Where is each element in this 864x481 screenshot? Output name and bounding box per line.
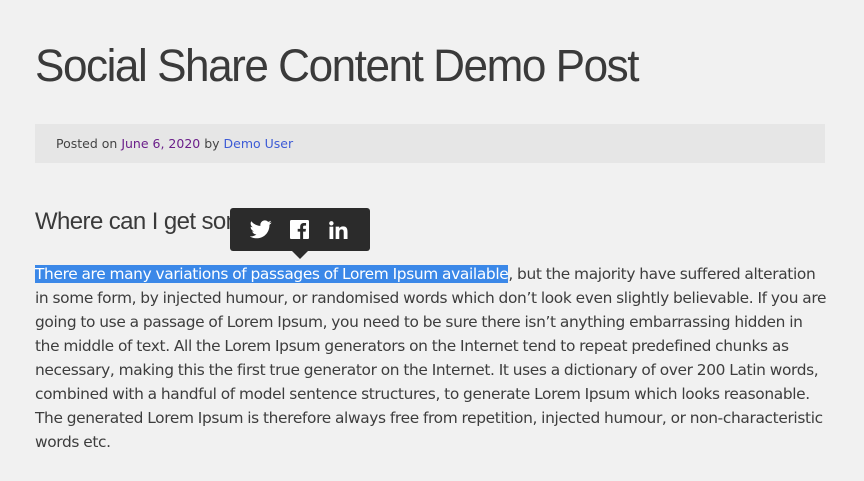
facebook-icon	[290, 220, 310, 239]
post-paragraph[interactable]: There are many variations of passages of…	[35, 262, 827, 454]
posted-on-label: Posted on	[56, 136, 118, 151]
post-date-link[interactable]: June 6, 2020	[121, 136, 200, 151]
selected-text[interactable]: There are many variations of passages of…	[35, 265, 509, 283]
social-share-popup	[230, 208, 370, 259]
share-facebook-button[interactable]	[287, 217, 313, 243]
post-author-link[interactable]: Demo User	[224, 136, 294, 151]
linkedin-icon	[329, 220, 348, 239]
share-linkedin-button[interactable]	[326, 217, 352, 243]
paragraph-text: , but the majority have suffered alterat…	[35, 265, 827, 451]
share-twitter-button[interactable]	[248, 217, 274, 243]
post-title: Social Share Content Demo Post	[35, 40, 640, 91]
post-meta-bar: Posted on June 6, 2020 by Demo User	[35, 124, 825, 163]
by-label: by	[204, 136, 220, 151]
twitter-icon	[250, 220, 272, 239]
